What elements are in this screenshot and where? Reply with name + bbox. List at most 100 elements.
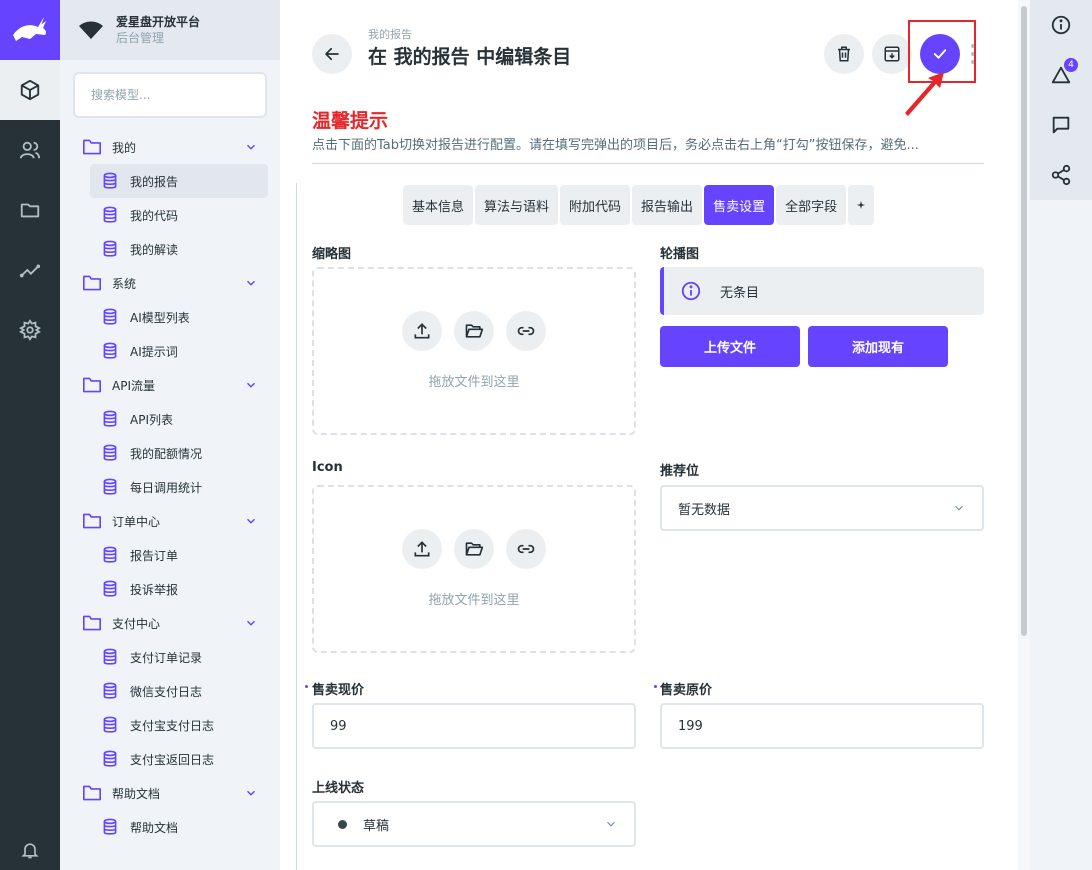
info-button[interactable] <box>1030 0 1092 50</box>
nav-item[interactable]: 帮助文档 <box>90 810 268 844</box>
carousel-empty-text: 无条目 <box>720 285 760 301</box>
nav-item[interactable]: 我的配额情况 <box>90 436 268 470</box>
link-button[interactable] <box>506 529 546 569</box>
link-button[interactable] <box>506 311 546 351</box>
rail-item-models[interactable] <box>0 60 60 120</box>
nav-item[interactable]: 我的报告 <box>90 164 268 198</box>
folder-icon <box>83 275 101 291</box>
nav-item[interactable]: 支付宝支付日志 <box>90 708 268 742</box>
database-icon <box>103 750 117 767</box>
nav-item-label: 帮助文档 <box>130 820 179 835</box>
delete-button[interactable] <box>824 34 864 74</box>
recommend-value: 暂无数据 <box>678 502 731 518</box>
nav-item-label: 我的代码 <box>130 208 179 223</box>
folder-icon <box>83 513 101 529</box>
back-button[interactable] <box>312 34 352 74</box>
database-icon <box>103 546 117 563</box>
breadcrumb[interactable]: 我的报告 <box>368 26 412 42</box>
nav-item[interactable]: 支付订单记录 <box>90 640 268 674</box>
rail-item-settings[interactable] <box>0 300 60 360</box>
recommend-select[interactable]: 暂无数据 <box>660 485 984 531</box>
status-select[interactable]: 草稿 <box>312 801 636 847</box>
original-price-field[interactable] <box>660 703 984 749</box>
share-button[interactable] <box>1030 150 1092 200</box>
more-tabs-button[interactable] <box>848 185 875 225</box>
nav-item-label: 支付订单记录 <box>130 650 203 665</box>
chevron-down-icon <box>246 280 256 286</box>
database-icon <box>103 682 117 699</box>
nav-item[interactable]: AI提示词 <box>90 334 268 368</box>
status-label: 上线状态 <box>312 781 365 796</box>
scrollbar-thumb[interactable] <box>1021 6 1027 636</box>
add-existing-button[interactable]: 添加现有 <box>808 326 948 367</box>
nav-group[interactable]: 系统 <box>60 266 280 300</box>
nav-item[interactable]: 每日调用统计 <box>90 470 268 504</box>
app-subtitle: 后台管理 <box>116 31 165 45</box>
revisions-button[interactable]: 4 <box>1030 50 1092 100</box>
thumbnail-dropzone[interactable]: 拖放文件到这里 <box>312 267 636 435</box>
folder-open-icon <box>465 324 484 338</box>
dropzone-text: 拖放文件到这里 <box>428 593 520 608</box>
tab[interactable]: 基本信息 <box>403 185 474 225</box>
dropzone-text: 拖放文件到这里 <box>428 375 520 390</box>
upload-file-button[interactable]: 上传文件 <box>660 326 800 367</box>
folder-icon <box>83 139 101 155</box>
tab[interactable]: 售卖设置 <box>704 185 775 225</box>
nav-group-label: 系统 <box>112 276 137 291</box>
nav-item[interactable]: 支付宝返回日志 <box>90 742 268 776</box>
status-value: 草稿 <box>363 818 390 834</box>
comments-button[interactable] <box>1030 100 1092 150</box>
price-label: 售卖现价 <box>312 683 365 698</box>
rail-item-users[interactable] <box>0 120 60 180</box>
nav-item-label: 我的报告 <box>130 174 179 189</box>
browse-folder-button[interactable] <box>454 529 494 569</box>
original-price-input[interactable] <box>678 718 966 734</box>
search-input[interactable] <box>91 88 249 102</box>
nav-group[interactable]: 订单中心 <box>60 504 280 538</box>
trash-icon <box>838 46 850 62</box>
notifications-button[interactable] <box>0 830 60 870</box>
database-icon <box>103 648 117 665</box>
nav-item[interactable]: 报告订单 <box>90 538 268 572</box>
nav-item[interactable]: 微信支付日志 <box>90 674 268 708</box>
price-input[interactable] <box>330 718 618 734</box>
nav-sidebar: 爱星盘开放平台 后台管理 我的我的报告我的代码我的解读系统 AI模型列表 AI提示词… <box>60 0 280 870</box>
chevron-down-icon <box>246 620 256 626</box>
nav-group[interactable]: 支付中心 <box>60 606 280 640</box>
nav-group[interactable]: API流量 <box>60 368 280 402</box>
bell-icon <box>21 843 39 859</box>
model-search[interactable] <box>73 72 267 118</box>
tip-text: 点击下面的Tab切换对报告进行配置。请在填写完弹出的项目后，务必点击右上角“打勾… <box>312 134 984 164</box>
rail-item-files[interactable] <box>0 180 60 240</box>
nav-group[interactable]: 帮助文档 <box>60 776 280 810</box>
price-field[interactable] <box>312 703 636 749</box>
rabbit-logo-icon <box>13 17 47 41</box>
logo[interactable] <box>0 0 60 60</box>
comment-icon <box>1052 116 1070 134</box>
database-icon <box>103 444 117 461</box>
upload-button[interactable] <box>402 529 442 569</box>
nav-item[interactable]: 我的解读 <box>90 232 268 266</box>
icon-dropzone[interactable]: 拖放文件到这里 <box>312 485 636 653</box>
nav-item-label: 支付宝返回日志 <box>130 752 215 767</box>
upload-button[interactable] <box>402 311 442 351</box>
status-dot <box>338 819 347 829</box>
archive-button[interactable] <box>872 34 912 74</box>
link-icon <box>517 544 535 554</box>
tab[interactable]: 报告输出 <box>632 185 703 225</box>
chevron-down-icon <box>246 144 256 150</box>
chevron-down-icon <box>607 821 615 827</box>
nav-item[interactable]: AI模型列表 <box>90 300 268 334</box>
wifi-icon <box>79 21 103 39</box>
browse-folder-button[interactable] <box>454 311 494 351</box>
tab[interactable]: 算法与语料 <box>475 185 559 225</box>
tab[interactable]: 全部字段 <box>776 185 847 225</box>
nav-item[interactable]: 投诉举报 <box>90 572 268 606</box>
trend-icon <box>19 264 41 278</box>
nav-group-label: 订单中心 <box>112 514 161 529</box>
nav-group[interactable]: 我的 <box>60 130 280 164</box>
rail-item-insights[interactable] <box>0 240 60 300</box>
tab[interactable]: 附加代码 <box>560 185 631 225</box>
nav-item[interactable]: 我的代码 <box>90 198 268 232</box>
nav-item[interactable]: API列表 <box>90 402 268 436</box>
